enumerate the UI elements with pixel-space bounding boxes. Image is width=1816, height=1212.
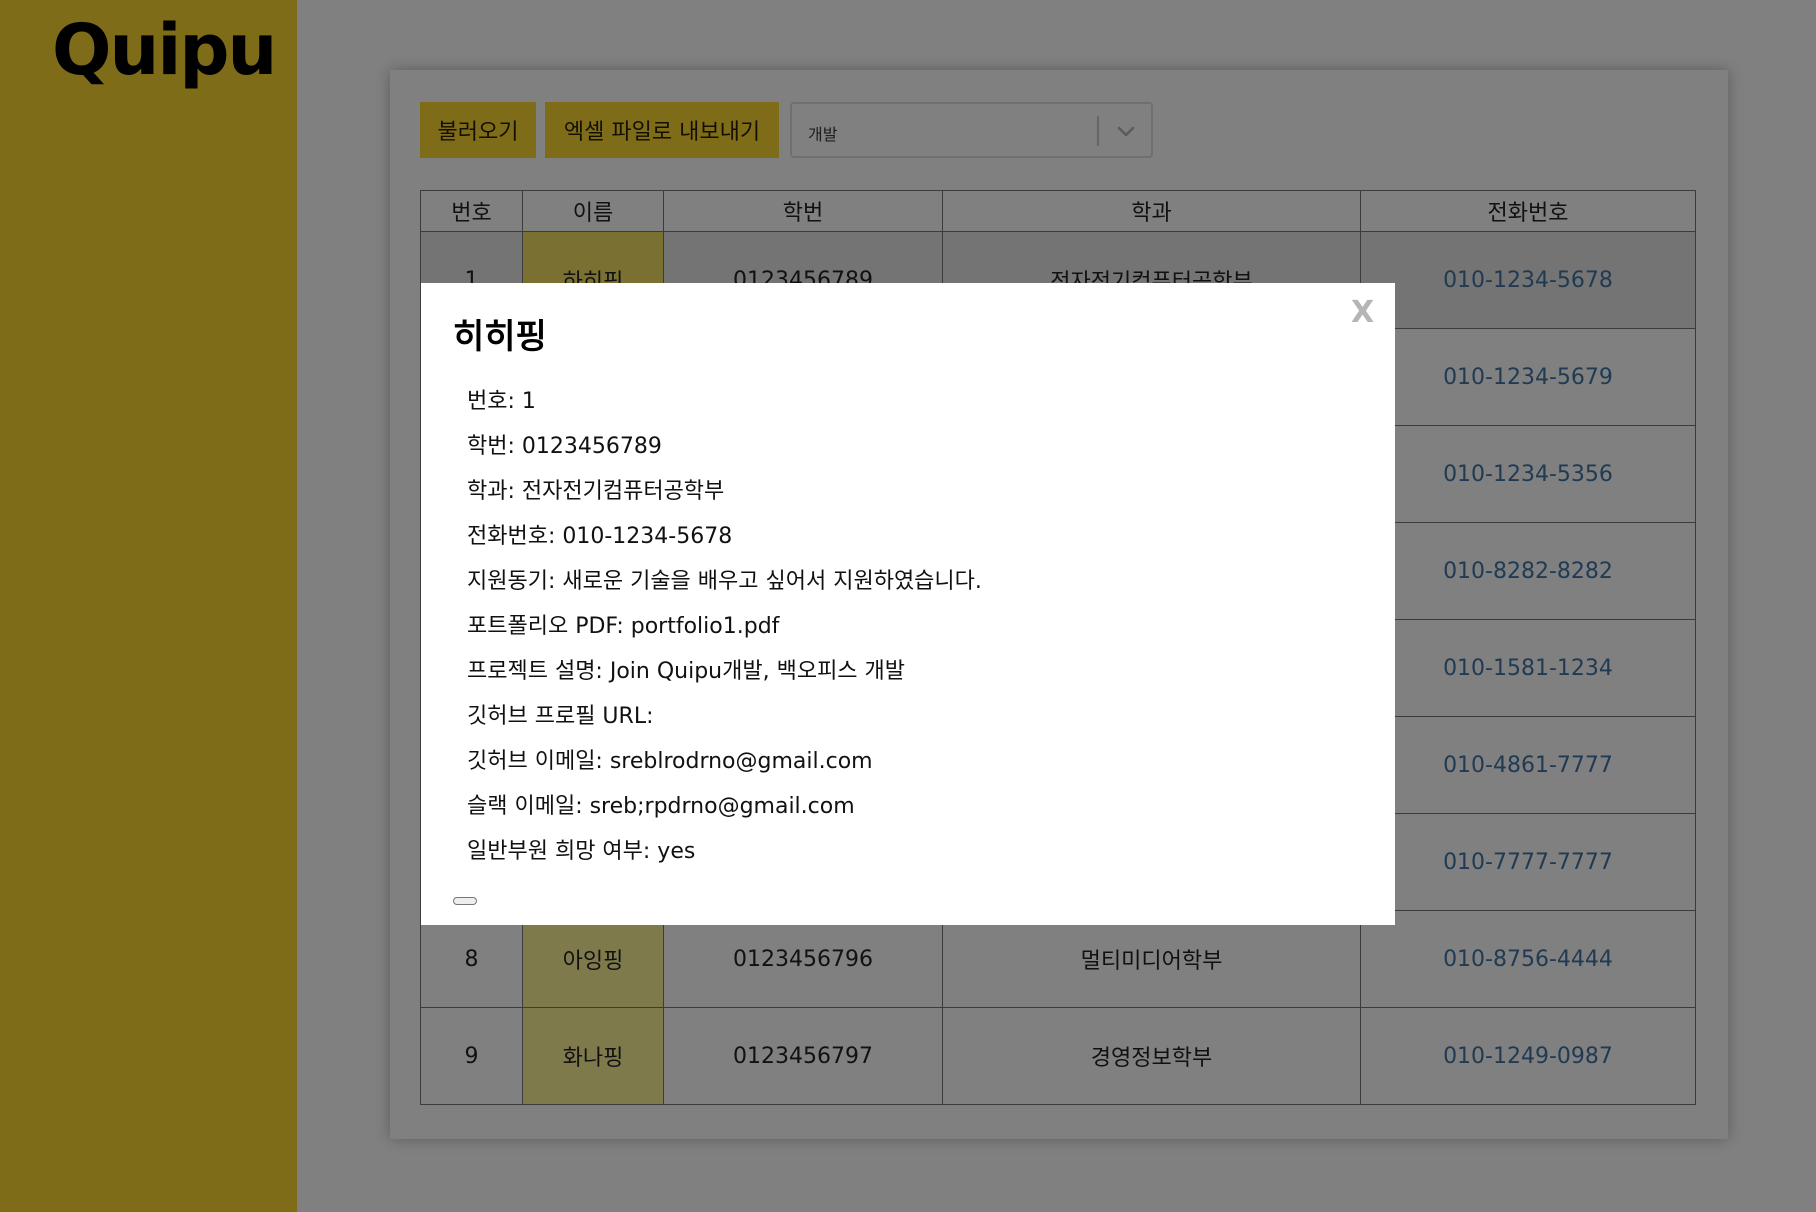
cell-student-id: 0123456797 (663, 1007, 943, 1105)
filter-select[interactable]: 개발 (790, 102, 1153, 158)
cell-name[interactable]: 아잉핑 (522, 910, 664, 1008)
cell-name[interactable]: 화나핑 (522, 1007, 664, 1105)
table-row[interactable]: 8 아잉핑 0123456796 멀티미디어학부 010-8756-4444 (420, 910, 1696, 1008)
cell-no: 9 (420, 1007, 523, 1105)
cell-department: 멀티미디어학부 (942, 910, 1361, 1008)
cell-phone[interactable]: 010-7777-7777 (1360, 813, 1696, 911)
col-header-name[interactable]: 이름 (522, 190, 664, 232)
applicant-detail-modal: X 히히핑 번호: 1 학번: 0123456789 학과: 전자전기컴퓨터공학… (421, 283, 1395, 925)
cell-no: 8 (420, 910, 523, 1008)
load-button[interactable]: 불러오기 (420, 102, 536, 158)
cell-department: 경영정보학부 (942, 1007, 1361, 1105)
app-logo[interactable]: Quipu (52, 8, 277, 92)
table-row[interactable]: 9 화나핑 0123456797 경영정보학부 010-1249-0987 (420, 1007, 1696, 1105)
col-header-phone[interactable]: 전화번호 (1360, 190, 1696, 232)
export-excel-button[interactable]: 엑셀 파일로 내보내기 (545, 102, 779, 158)
col-header-student-id[interactable]: 학번 (663, 190, 943, 232)
cell-phone[interactable]: 010-8282-8282 (1360, 522, 1696, 620)
detail-slack-email: 슬랙 이메일: sreb;rpdrno@gmail.com (467, 794, 855, 819)
detail-student-id: 학번: 0123456789 (467, 434, 662, 459)
cell-phone[interactable]: 010-1234-5678 (1360, 231, 1696, 329)
detail-github-url: 깃허브 프로필 URL: (467, 704, 654, 729)
cell-phone[interactable]: 010-8756-4444 (1360, 910, 1696, 1008)
close-icon[interactable]: X (1351, 295, 1374, 331)
col-header-no[interactable]: 번호 (420, 190, 523, 232)
cell-phone[interactable]: 010-4861-7777 (1360, 716, 1696, 814)
detail-github-email: 깃허브 이메일: sreblrodrno@gmail.com (467, 749, 873, 774)
cell-phone[interactable]: 010-1234-5679 (1360, 328, 1696, 426)
filter-select-value: 개발 (808, 125, 838, 144)
detail-project: 프로젝트 설명: Join Quipu개발, 백오피스 개발 (467, 659, 906, 684)
detail-general-member: 일반부원 희망 여부: yes (467, 839, 696, 864)
chevron-down-icon[interactable] (1114, 119, 1138, 143)
cell-phone[interactable]: 010-1581-1234 (1360, 619, 1696, 717)
col-header-department[interactable]: 학과 (942, 190, 1361, 232)
detail-portfolio: 포트폴리오 PDF: portfolio1.pdf (467, 614, 780, 639)
modal-title: 히히핑 (453, 317, 547, 357)
select-separator (1097, 116, 1099, 146)
detail-motivation: 지원동기: 새로운 기술을 배우고 싶어서 지원하였습니다. (467, 569, 982, 594)
cell-phone[interactable]: 010-1234-5356 (1360, 425, 1696, 523)
modal-small-button[interactable] (453, 897, 477, 905)
table-header-row: 번호 이름 학번 학과 전화번호 (420, 190, 1696, 232)
detail-number: 번호: 1 (467, 389, 536, 414)
sidebar: Quipu (0, 0, 297, 1212)
detail-phone: 전화번호: 010-1234-5678 (467, 524, 733, 549)
cell-student-id: 0123456796 (663, 910, 943, 1008)
detail-department: 학과: 전자전기컴퓨터공학부 (467, 479, 725, 504)
cell-phone[interactable]: 010-1249-0987 (1360, 1007, 1696, 1105)
